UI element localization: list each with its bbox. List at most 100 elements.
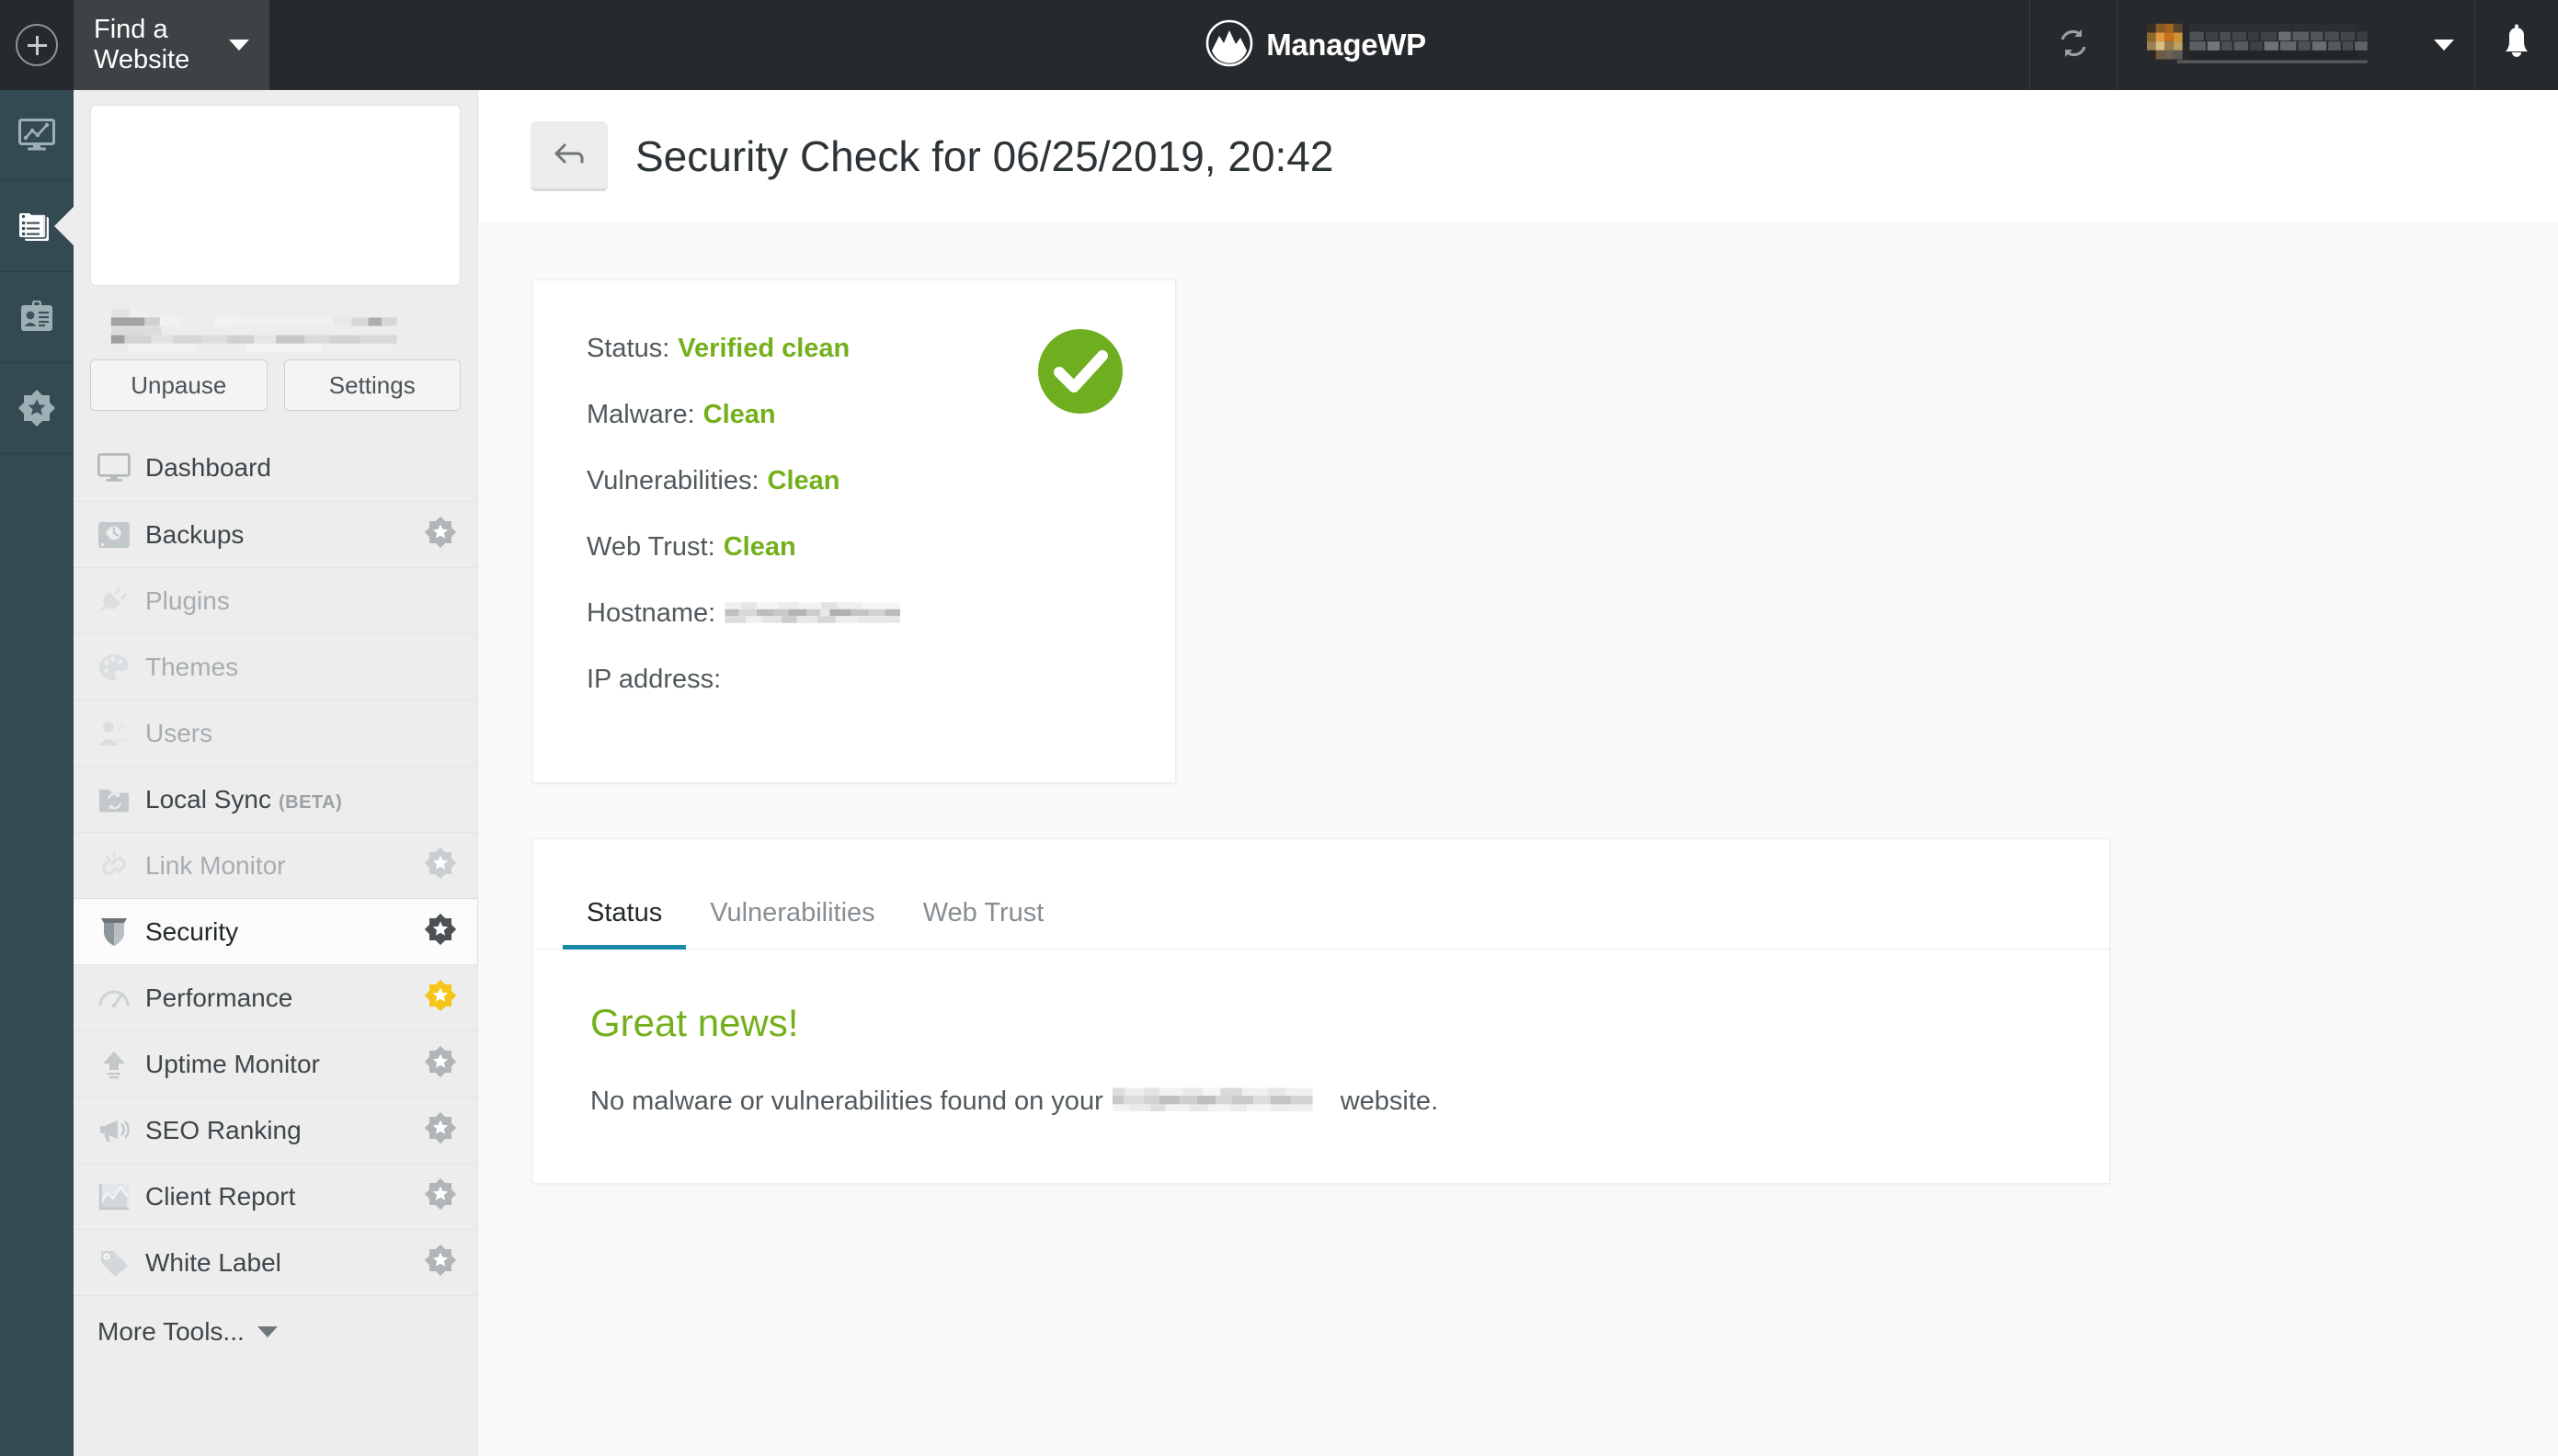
megaphone-icon — [97, 1116, 145, 1145]
notifications-button[interactable] — [2474, 0, 2558, 90]
beta-tag: (BETA) — [278, 791, 343, 813]
ip-address-label: IP address: — [587, 665, 722, 694]
tab-panel-status: Great news! No malware or vulnerabilitie… — [533, 950, 2109, 1183]
tab-status[interactable]: Status — [563, 898, 687, 950]
website-name-redacted — [74, 286, 477, 361]
chevron-down-icon — [2434, 40, 2454, 51]
users-icon — [97, 719, 145, 748]
website-name-redacted — [1112, 1086, 1331, 1117]
sidebar-item-white-label[interactable]: White Label — [74, 1229, 477, 1295]
upgrade-badge-icon[interactable] — [424, 1244, 457, 1281]
user-account-redacted — [2141, 18, 2415, 72]
sidebar-item-label: White Label — [145, 1247, 281, 1277]
sidebar-item-link-monitor[interactable]: Link Monitor — [74, 832, 477, 898]
sidebar-item-performance[interactable]: Performance — [74, 964, 477, 1030]
settings-button[interactable]: Settings — [283, 359, 461, 411]
upgrade-badge-icon[interactable] — [424, 1177, 457, 1215]
great-news-heading: Great news! — [590, 1001, 799, 1044]
star-badge-icon — [17, 389, 56, 427]
vulnerabilities-label: Vulnerabilities: — [587, 466, 759, 495]
sidebar-item-label: Plugins — [145, 586, 230, 615]
chevron-down-icon — [229, 40, 249, 51]
rail-item-websites[interactable] — [0, 181, 74, 272]
app-root: Find a Website ManageWP Unpause Settings… — [0, 0, 2558, 1456]
status-row-ip-address: IP address: — [587, 665, 1122, 695]
find-a-website-dropdown[interactable]: Find a Website — [74, 0, 269, 90]
arrow-left-icon — [552, 140, 587, 170]
sidebar-item-plugins[interactable]: Plugins — [74, 567, 477, 633]
more-tools-label: More Tools... — [97, 1316, 245, 1346]
rail-item-clients[interactable] — [0, 272, 74, 363]
up-arrow-icon — [97, 1050, 145, 1079]
sidebar-item-label: Performance — [145, 983, 293, 1012]
website-sidebar: Unpause Settings Dashboard Backups Plugi… — [74, 90, 478, 1456]
refresh-button[interactable] — [2029, 0, 2117, 90]
sidebar-item-security[interactable]: Security — [74, 898, 477, 964]
status-row-hostname: Hostname: — [587, 598, 1122, 629]
sidebar-item-users[interactable]: Users — [74, 700, 477, 766]
upgrade-badge-icon[interactable] — [424, 1045, 457, 1083]
user-account-menu[interactable] — [2117, 0, 2474, 90]
malware-value: Clean — [702, 400, 776, 429]
premium-badge-icon[interactable] — [424, 979, 457, 1017]
managewp-logo-icon — [1205, 19, 1253, 72]
sidebar-item-label: Local Sync (BETA) — [145, 784, 343, 813]
folder-sync-icon — [97, 785, 145, 814]
hostname-value-redacted — [725, 599, 905, 628]
sidebar-item-dashboard[interactable]: Dashboard — [74, 435, 477, 501]
sidebar-item-local-sync[interactable]: Local Sync (BETA) — [74, 766, 477, 832]
refresh-sync-icon — [2054, 24, 2093, 67]
header-right-group — [2029, 0, 2558, 90]
upgrade-badge-icon[interactable] — [424, 847, 457, 884]
website-screenshot-placeholder[interactable] — [90, 105, 461, 286]
shield-icon — [97, 916, 145, 948]
sidebar-item-label: Security — [145, 916, 239, 946]
sidebar-item-label: Uptime Monitor — [145, 1049, 320, 1078]
website-action-buttons: Unpause Settings — [74, 354, 477, 411]
chevron-down-icon — [257, 1325, 278, 1337]
gauge-icon — [97, 984, 145, 1013]
tab-web-trust[interactable]: Web Trust — [899, 898, 1068, 949]
monitor-icon — [97, 453, 145, 483]
brand-name: ManageWP — [1266, 28, 1426, 62]
security-details-card: Status Vulnerabilities Web Trust Great n… — [532, 838, 2110, 1184]
page-header: Security Check for 06/25/2019, 20:42 — [479, 90, 2558, 222]
scan-result-message: No malware or vulnerabilities found on y… — [590, 1086, 2052, 1117]
security-status-card: Status: Verified clean Malware: Clean Vu… — [532, 279, 1176, 783]
sidebar-item-seo-ranking[interactable]: SEO Ranking — [74, 1097, 477, 1163]
main-content: Status: Verified clean Malware: Clean Vu… — [479, 222, 2558, 1456]
back-button[interactable] — [531, 121, 608, 191]
web-trust-value: Clean — [723, 532, 796, 562]
sidebar-item-backups[interactable]: Backups — [74, 501, 477, 567]
find-a-website-label: Find a Website — [94, 15, 190, 74]
upgrade-badge-icon[interactable] — [424, 516, 457, 553]
page-title: Security Check for 06/25/2019, 20:42 — [635, 132, 1334, 180]
sidebar-item-label: Client Report — [145, 1181, 296, 1211]
tab-vulnerabilities[interactable]: Vulnerabilities — [686, 898, 898, 949]
vulnerabilities-value: Clean — [767, 466, 840, 495]
rail-item-overview[interactable] — [0, 90, 74, 181]
sidebar-item-uptime-monitor[interactable]: Uptime Monitor — [74, 1030, 477, 1097]
message-suffix: website. — [1340, 1086, 1439, 1116]
sidebar-item-label: Users — [145, 718, 213, 747]
left-icon-rail — [0, 0, 74, 1456]
status-row-web-trust: Web Trust: Clean — [587, 532, 1122, 563]
top-header-bar: Find a Website ManageWP — [74, 0, 2558, 90]
message-prefix: No malware or vulnerabilities found on y… — [590, 1086, 1103, 1116]
palette-icon — [97, 653, 145, 682]
sidebar-item-themes[interactable]: Themes — [74, 633, 477, 700]
sidebar-item-label: Dashboard — [145, 453, 271, 482]
settings-badge-icon[interactable] — [424, 913, 457, 950]
status-value: Verified clean — [678, 334, 851, 363]
stacked-documents-icon — [17, 208, 56, 245]
sidebar-item-label: Backups — [145, 519, 245, 549]
more-tools-dropdown[interactable]: More Tools... — [74, 1295, 477, 1367]
green-check-circle-icon — [1037, 328, 1124, 415]
rail-item-addons[interactable] — [0, 363, 74, 454]
plug-icon — [97, 586, 145, 616]
tab-bar: Status Vulnerabilities Web Trust — [533, 839, 2109, 950]
upgrade-badge-icon[interactable] — [424, 1111, 457, 1149]
unpause-button[interactable]: Unpause — [90, 359, 268, 411]
plus-circle-icon[interactable] — [16, 24, 58, 66]
sidebar-item-client-report[interactable]: Client Report — [74, 1163, 477, 1229]
